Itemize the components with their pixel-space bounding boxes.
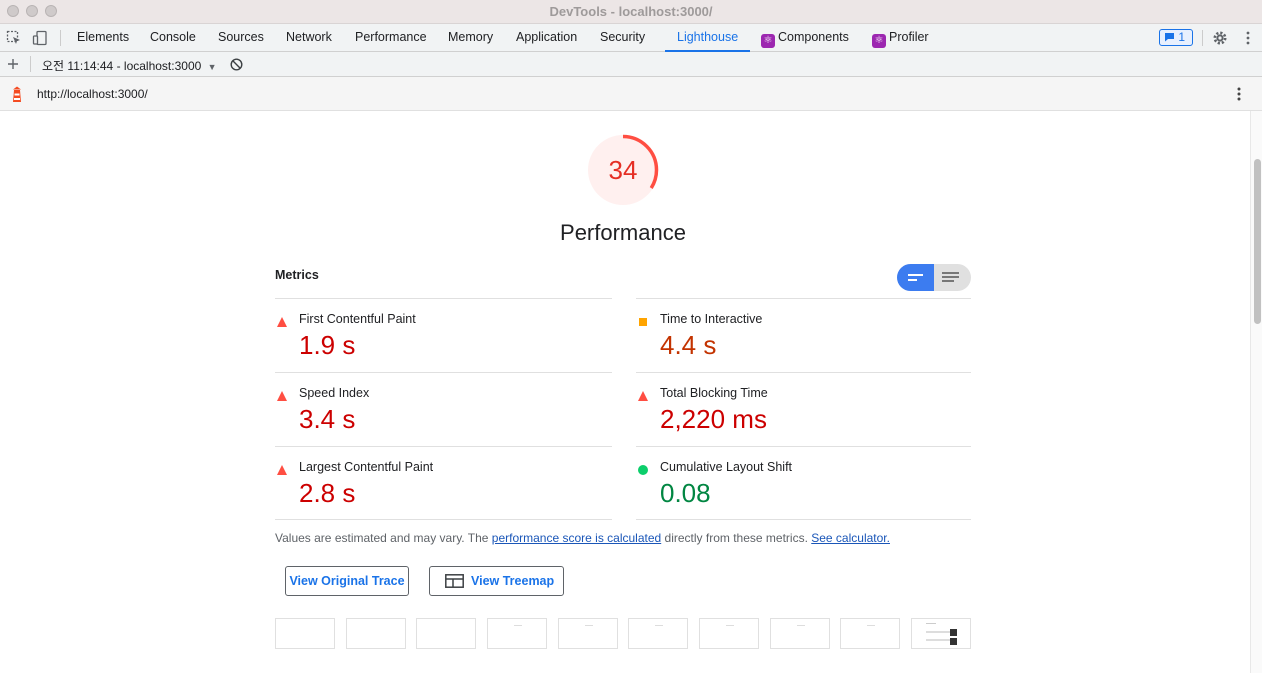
filmstrip-frame xyxy=(275,618,335,649)
tab-network[interactable]: Network xyxy=(286,24,332,51)
performance-score: 34 xyxy=(608,155,638,185)
expanded-view-button[interactable] xyxy=(934,264,971,291)
metric-label: Speed Index xyxy=(299,386,370,400)
filmstrip-frame xyxy=(699,618,759,649)
view-original-trace-button[interactable]: View Original Trace xyxy=(285,566,409,596)
category-title: Performance xyxy=(560,220,686,245)
metrics-divider xyxy=(636,519,971,520)
device-toolbar-icon[interactable] xyxy=(32,30,48,46)
report-selector-value: 오전 11:14:44 - localhost:3000 xyxy=(42,59,202,73)
tab-profiler-label: Profiler xyxy=(889,30,929,44)
metric-total-blocking-time: Total Blocking Time 2,220 ms xyxy=(636,372,971,446)
report-scrollbar[interactable] xyxy=(1250,111,1262,673)
title-bar: DevTools - localhost:3000/ xyxy=(0,0,1262,24)
metric-value: 3.4 s xyxy=(299,404,356,434)
more-options-icon[interactable] xyxy=(1240,30,1256,46)
metric-label: Total Blocking Time xyxy=(660,386,768,400)
devtools-tab-bar: Elements Console Sources Network Perform… xyxy=(0,24,1262,52)
metric-label: Time to Interactive xyxy=(660,312,763,326)
react-icon: ⚛ xyxy=(761,34,775,48)
filmstrip-frame xyxy=(770,618,830,649)
metric-value: 0.08 xyxy=(660,478,711,508)
new-report-plus-icon[interactable] xyxy=(7,58,19,70)
report-menu-icon[interactable] xyxy=(1232,86,1246,102)
metric-value: 1.9 s xyxy=(299,330,356,360)
tab-lighthouse[interactable]: Lighthouse xyxy=(664,24,751,52)
lighthouse-report-toolbar: 오전 11:14:44 - localhost:3000 ▼ xyxy=(0,52,1262,77)
issues-count: 1 xyxy=(1178,30,1186,44)
report-selector-dropdown[interactable]: 오전 11:14:44 - localhost:3000 ▼ xyxy=(42,57,217,74)
tab-profiler[interactable]: ⚛ Profiler xyxy=(872,24,929,51)
tab-components[interactable]: ⚛ Components xyxy=(761,24,849,51)
window-title: DevTools - localhost:3000/ xyxy=(549,4,713,19)
view-treemap-button[interactable]: View Treemap xyxy=(429,566,564,596)
see-calculator-link[interactable]: See calculator. xyxy=(811,531,890,545)
chevron-down-icon: ▼ xyxy=(207,62,217,72)
inspect-element-icon[interactable] xyxy=(6,30,22,46)
treemap-icon xyxy=(445,574,464,588)
filmstrip-frame xyxy=(346,618,406,649)
view-treemap-label: View Treemap xyxy=(471,574,555,588)
filmstrip-frame xyxy=(487,618,547,649)
metric-time-to-interactive: Time to Interactive 4.4 s xyxy=(636,298,971,372)
react-icon: ⚛ xyxy=(872,34,886,48)
metrics-disclaimer: Values are estimated and may vary. The p… xyxy=(275,531,890,545)
metric-label: Largest Contentful Paint xyxy=(299,460,434,474)
metric-label: First Contentful Paint xyxy=(299,312,416,326)
fail-triangle-icon xyxy=(277,465,287,475)
clear-reports-icon[interactable] xyxy=(230,58,243,71)
tab-memory[interactable]: Memory xyxy=(448,24,493,51)
metric-label: Cumulative Layout Shift xyxy=(660,460,793,474)
metric-first-contentful-paint: First Contentful Paint 1.9 s xyxy=(275,298,612,372)
settings-gear-icon[interactable] xyxy=(1212,30,1228,46)
scrollbar-thumb[interactable] xyxy=(1254,159,1261,324)
tab-sources[interactable]: Sources xyxy=(218,24,264,51)
fail-triangle-icon xyxy=(277,391,287,401)
disclaimer-text: Values are estimated and may vary. The xyxy=(275,531,492,545)
toolbar-divider xyxy=(30,56,31,72)
metric-largest-contentful-paint: Largest Contentful Paint 2.8 s xyxy=(275,446,612,520)
metrics-heading: Metrics xyxy=(275,268,319,282)
message-icon xyxy=(1165,33,1174,42)
fail-triangle-icon xyxy=(638,391,648,401)
average-square-icon xyxy=(639,318,647,326)
compact-view-button[interactable] xyxy=(897,264,934,291)
lighthouse-logo-icon xyxy=(13,86,21,102)
metrics-view-toggle xyxy=(897,264,971,291)
metric-cumulative-layout-shift: Cumulative Layout Shift 0.08 xyxy=(636,446,971,520)
filmstrip-frame xyxy=(416,618,476,649)
pass-circle-icon xyxy=(638,465,648,475)
tab-components-label: Components xyxy=(778,30,849,44)
tab-performance[interactable]: Performance xyxy=(355,24,427,51)
tab-elements[interactable]: Elements xyxy=(77,24,129,51)
tab-application[interactable]: Application xyxy=(516,24,577,51)
lighthouse-report: 34 Performance Metrics First Contentful … xyxy=(0,111,1250,673)
report-url-bar: http://localhost:3000/ xyxy=(0,77,1262,111)
tab-console[interactable]: Console xyxy=(150,24,196,51)
score-calculated-link[interactable]: performance score is calculated xyxy=(492,531,661,545)
metric-value: 2.8 s xyxy=(299,478,356,508)
toolbar-divider xyxy=(60,30,61,46)
fail-triangle-icon xyxy=(277,317,287,327)
tab-security[interactable]: Security xyxy=(600,24,645,51)
filmstrip-frame xyxy=(628,618,688,649)
filmstrip-frame xyxy=(911,618,971,649)
issues-badge[interactable]: 1 xyxy=(1159,29,1193,46)
filmstrip-frame xyxy=(840,618,900,649)
metric-value: 2,220 ms xyxy=(660,404,767,434)
filmstrip-frame xyxy=(558,618,618,649)
metric-speed-index: Speed Index 3.4 s xyxy=(275,372,612,446)
report-url: http://localhost:3000/ xyxy=(37,87,148,101)
metric-value: 4.4 s xyxy=(660,330,717,360)
disclaimer-text: directly from these metrics. xyxy=(661,531,812,545)
toolbar-divider xyxy=(1202,30,1203,46)
metrics-divider xyxy=(275,519,612,520)
